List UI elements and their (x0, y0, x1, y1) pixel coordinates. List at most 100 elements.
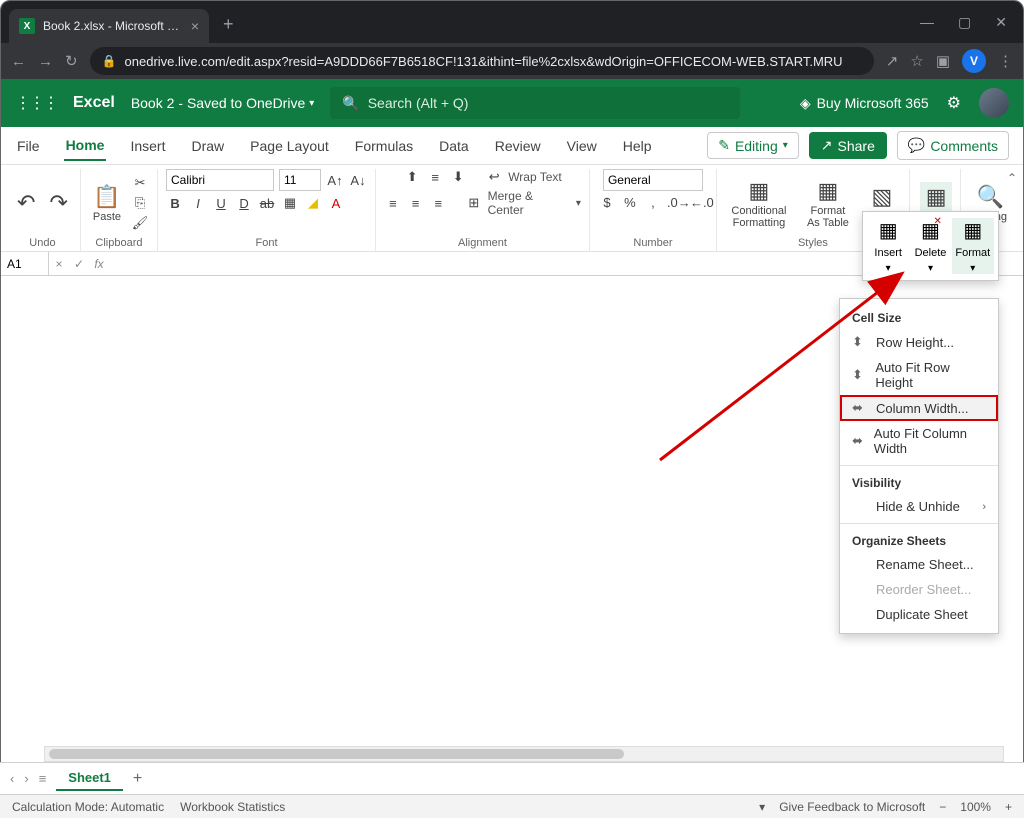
sheet-next-icon[interactable]: › (24, 771, 28, 786)
calc-mode[interactable]: Calculation Mode: Automatic (12, 800, 164, 814)
paste-button[interactable]: 📋Paste (89, 182, 125, 225)
status-dropdown-icon[interactable]: ▾ (759, 800, 765, 814)
collapse-ribbon-icon[interactable]: ⌃ (1007, 171, 1017, 185)
enter-icon[interactable]: ✓ (69, 257, 89, 271)
tab-home[interactable]: Home (64, 131, 107, 161)
tab-file[interactable]: File (15, 132, 42, 160)
copy-icon[interactable]: ⎘ (131, 195, 149, 211)
chevron-down-icon[interactable]: ▾ (576, 198, 581, 209)
fx-icon[interactable]: fx (89, 257, 109, 271)
align-top-icon[interactable]: ⬆ (403, 169, 421, 185)
omnibox[interactable]: 🔒 onedrive.live.com/edit.aspx?resid=A9DD… (90, 47, 874, 75)
increase-decimal-icon[interactable]: .0→ (667, 195, 685, 210)
sheet-list-icon[interactable]: ≡ (39, 771, 47, 786)
percent-icon[interactable]: % (621, 195, 639, 210)
bold-icon[interactable]: B (166, 196, 184, 211)
row-height-item[interactable]: ⬍Row Height... (840, 329, 998, 355)
name-box[interactable]: A1 (1, 252, 49, 275)
scrollbar-thumb[interactable] (49, 749, 624, 759)
sheet-tab-sheet1[interactable]: Sheet1 (56, 766, 123, 791)
settings-icon[interactable]: ⚙ (947, 93, 961, 113)
redo-button[interactable]: ↷ (45, 188, 71, 218)
tab-view[interactable]: View (565, 132, 599, 160)
ribbon-tabs: File Home Insert Draw Page Layout Formul… (1, 127, 1023, 165)
cells-icon: ▦ (926, 184, 947, 210)
tab-pagelayout[interactable]: Page Layout (248, 132, 331, 160)
nav-forward-icon[interactable]: → (38, 53, 53, 70)
extensions-icon[interactable]: ▣ (936, 52, 950, 70)
comma-icon[interactable]: , (644, 195, 662, 210)
decrease-font-icon[interactable]: A↓ (349, 173, 367, 188)
add-sheet-button[interactable]: + (133, 770, 142, 788)
italic-icon[interactable]: I (189, 196, 207, 211)
font-size-select[interactable] (279, 169, 321, 191)
number-format-select[interactable] (603, 169, 703, 191)
tab-review[interactable]: Review (493, 132, 543, 160)
comments-button[interactable]: 💬 Comments (897, 131, 1009, 160)
wrap-text-icon[interactable]: ↩ (485, 169, 503, 185)
browser-tab[interactable]: X Book 2.xlsx - Microsoft Excel Onl × (9, 9, 209, 43)
currency-icon[interactable]: $ (598, 195, 616, 210)
search-input[interactable]: 🔍 Search (Alt + Q) (330, 87, 740, 119)
tab-close-icon[interactable]: × (191, 18, 199, 34)
share-button[interactable]: ↗ Share (809, 132, 887, 159)
align-right-icon[interactable]: ≡ (429, 196, 447, 211)
editing-mode-button[interactable]: ✎ Editing ▾ (707, 132, 799, 159)
insert-cells-button[interactable]: ▦ Insert ▾ (867, 218, 909, 274)
format-as-table-button[interactable]: ▦Format As Table (799, 176, 857, 231)
tab-insert[interactable]: Insert (128, 132, 167, 160)
hide-unhide-item[interactable]: Hide & Unhide› (840, 494, 998, 519)
format-painter-icon[interactable]: 🖌 (131, 215, 149, 231)
decrease-decimal-icon[interactable]: ←.0 (690, 195, 708, 210)
maximize-icon[interactable]: ▢ (958, 14, 971, 31)
zoom-out-button[interactable]: − (939, 800, 946, 814)
rename-sheet-item[interactable]: Rename Sheet... (840, 552, 998, 577)
share-icon[interactable]: ↗ (886, 52, 899, 70)
autofit-row-item[interactable]: ⬍Auto Fit Row Height (840, 355, 998, 395)
font-name-select[interactable] (166, 169, 274, 191)
close-icon[interactable]: ✕ (995, 14, 1007, 31)
minimize-icon[interactable]: ― (920, 14, 934, 31)
font-color-icon[interactable]: A (327, 196, 345, 211)
new-tab-button[interactable]: + (223, 14, 234, 35)
strikethrough-icon[interactable]: ab (258, 196, 276, 211)
align-left-icon[interactable]: ≡ (384, 196, 402, 211)
column-width-item[interactable]: ⬌Column Width... (840, 395, 998, 421)
app-launcher-icon[interactable]: ⋮⋮⋮ (15, 93, 57, 113)
tab-help[interactable]: Help (621, 132, 654, 160)
zoom-in-button[interactable]: + (1005, 800, 1012, 814)
workbook-stats[interactable]: Workbook Statistics (180, 800, 285, 814)
borders-icon[interactable]: ▦ (281, 195, 299, 211)
conditional-formatting-button[interactable]: ▦Conditional Formatting (725, 176, 793, 231)
merge-label[interactable]: Merge & Center (488, 189, 571, 217)
delete-cells-button[interactable]: ▦✕ Delete ▾ (909, 218, 951, 274)
increase-font-icon[interactable]: A↑ (326, 173, 344, 188)
tab-draw[interactable]: Draw (189, 132, 226, 160)
sheet-prev-icon[interactable]: ‹ (10, 771, 14, 786)
align-middle-icon[interactable]: ≡ (426, 170, 444, 185)
autofit-col-item[interactable]: ⬌Auto Fit Column Width (840, 421, 998, 461)
merge-icon[interactable]: ⊞ (465, 195, 483, 211)
align-bottom-icon[interactable]: ⬇ (449, 169, 467, 185)
fill-color-icon[interactable]: ◢ (304, 195, 322, 211)
buy-365-button[interactable]: ◈ Buy Microsoft 365 (800, 95, 929, 112)
cancel-icon[interactable]: × (49, 257, 69, 271)
align-center-icon[interactable]: ≡ (407, 196, 425, 211)
horizontal-scrollbar[interactable] (44, 746, 1004, 762)
user-avatar[interactable] (979, 88, 1009, 118)
feedback-link[interactable]: Give Feedback to Microsoft (779, 800, 925, 814)
browser-menu-icon[interactable]: ⋮ (998, 52, 1013, 70)
double-underline-icon[interactable]: D (235, 196, 253, 211)
cut-icon[interactable]: ✂ (131, 175, 149, 191)
tab-data[interactable]: Data (437, 132, 471, 160)
star-icon[interactable]: ☆ (910, 52, 923, 70)
nav-back-icon[interactable]: ← (11, 53, 26, 70)
nav-reload-icon[interactable]: ↻ (65, 52, 78, 70)
underline-icon[interactable]: U (212, 196, 230, 211)
duplicate-sheet-item[interactable]: Duplicate Sheet (840, 602, 998, 627)
tab-formulas[interactable]: Formulas (353, 132, 415, 160)
document-title[interactable]: Book 2 - Saved to OneDrive ▾ (131, 95, 314, 111)
undo-button[interactable]: ↶ (13, 188, 39, 218)
format-cells-button[interactable]: ▦ Format ▾ (952, 218, 994, 274)
browser-avatar[interactable]: V (962, 49, 986, 73)
